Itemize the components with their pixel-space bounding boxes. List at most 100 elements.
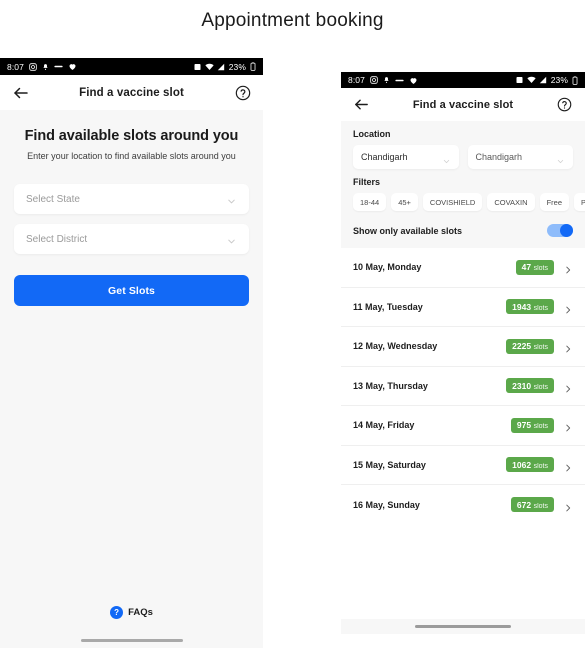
toggle-knob bbox=[560, 224, 573, 237]
hero-title: Find available slots around you bbox=[24, 128, 239, 144]
status-bar-time: 8:07 bbox=[7, 61, 24, 72]
get-slots-button[interactable]: Get Slots bbox=[14, 275, 249, 306]
filter-chip-18-44[interactable]: 18-44 bbox=[353, 193, 387, 211]
app-header-right: Find a vaccine slot bbox=[341, 88, 585, 121]
status-bar-right: 8:07 23% bbox=[341, 72, 585, 88]
slot-date: 12 May, Wednesday bbox=[353, 341, 438, 352]
chevron-right-icon bbox=[563, 420, 573, 432]
location-form: Select State Select District Get Slots bbox=[0, 161, 263, 306]
vibrate-icon bbox=[515, 76, 524, 84]
filter-chip-45-plus[interactable]: 45+ bbox=[391, 193, 418, 211]
available-slots-toggle-row: Show only available slots bbox=[353, 224, 573, 237]
signal-icon bbox=[539, 76, 547, 84]
slot-date: 13 May, Thursday bbox=[353, 380, 428, 391]
back-arrow-icon[interactable] bbox=[12, 84, 30, 102]
hero-section: Find available slots around you Enter yo… bbox=[0, 110, 263, 161]
filter-chip-paid[interactable]: Paid bbox=[573, 193, 585, 211]
status-bar-left: 8:07 23% bbox=[0, 58, 263, 75]
wifi-icon bbox=[205, 63, 214, 71]
chevron-right-icon bbox=[563, 381, 573, 393]
status-badge: 975 slots bbox=[510, 417, 554, 433]
chevron-down-icon bbox=[556, 153, 565, 163]
filter-chip-group: 18-44 45+ COVISHIELD COVAXIN Free Paid bbox=[353, 193, 585, 211]
table-row[interactable]: 13 May, Thursday 2310 slots bbox=[341, 367, 585, 406]
back-arrow-icon[interactable] bbox=[353, 96, 371, 114]
status-badge: 47 slots bbox=[515, 259, 554, 275]
slot-count: 975 bbox=[516, 420, 532, 431]
home-indicator bbox=[80, 639, 183, 642]
slot-count: 2225 bbox=[512, 341, 532, 352]
help-circle-icon[interactable] bbox=[557, 97, 573, 113]
poster-canvas: Appointment booking 8:07 23% Find a vacc… bbox=[0, 0, 585, 657]
table-row[interactable]: 14 May, Friday 975 slots bbox=[341, 406, 585, 446]
district-select[interactable]: Chandigarh bbox=[467, 145, 573, 169]
phone-screen-left: 8:07 23% Find a vaccine slot Find availa… bbox=[0, 58, 263, 648]
question-mark-icon: ? bbox=[110, 606, 124, 619]
table-row[interactable]: 10 May, Monday 47 slots bbox=[341, 248, 585, 288]
battery-percent: 23% bbox=[228, 61, 246, 72]
battery-icon bbox=[572, 75, 578, 85]
slot-count: 47 bbox=[521, 262, 532, 273]
slot-unit: slots bbox=[533, 462, 548, 470]
slot-count: 2310 bbox=[512, 380, 532, 391]
faqs-link[interactable]: ? FAQs bbox=[110, 606, 153, 619]
battery-icon bbox=[250, 62, 256, 71]
district-select[interactable]: Select District bbox=[14, 224, 249, 254]
table-row[interactable]: 15 May, Saturday 1062 slots bbox=[341, 446, 585, 485]
status-badge: 1062 slots bbox=[506, 457, 554, 473]
slot-count: 672 bbox=[516, 499, 532, 510]
filter-chip-covaxin[interactable]: COVAXIN bbox=[487, 193, 535, 211]
hero-subtitle: Enter your location to find available sl… bbox=[27, 151, 236, 161]
status-bar-left-icons bbox=[29, 62, 77, 71]
slot-count: 1943 bbox=[512, 301, 532, 312]
help-circle-icon[interactable] bbox=[235, 85, 251, 101]
table-row[interactable]: 16 May, Sunday 672 slots bbox=[341, 485, 585, 525]
wifi-icon bbox=[527, 76, 536, 84]
bell-icon bbox=[42, 63, 49, 71]
status-badge: 672 slots bbox=[510, 497, 554, 513]
signal-icon bbox=[217, 63, 225, 71]
page-title: Appointment booking bbox=[201, 10, 384, 31]
right-screen-body: Location Chandigarh Chandigarh Filters 1… bbox=[341, 121, 585, 634]
battery-percent: 23% bbox=[550, 75, 568, 85]
available-slots-toggle[interactable] bbox=[547, 224, 573, 237]
chevron-right-icon bbox=[563, 460, 573, 472]
slot-count: 1062 bbox=[512, 459, 532, 470]
right-footer bbox=[341, 619, 585, 634]
filter-chip-free[interactable]: Free bbox=[539, 193, 569, 211]
chevron-right-icon bbox=[563, 302, 573, 314]
available-slots-toggle-label: Show only available slots bbox=[353, 225, 463, 236]
status-bar-right-icons: 23% bbox=[515, 75, 578, 85]
status-bar-right-icons: 23% bbox=[193, 62, 256, 72]
slot-date: 16 May, Sunday bbox=[353, 499, 420, 510]
left-footer: ? FAQs bbox=[0, 606, 263, 648]
home-indicator bbox=[415, 625, 511, 628]
slot-unit: slots bbox=[533, 265, 548, 273]
location-label: Location bbox=[353, 129, 391, 139]
camera-icon bbox=[370, 76, 378, 84]
filter-chip-covishield[interactable]: COVISHIELD bbox=[422, 193, 483, 211]
status-badge: 1943 slots bbox=[506, 299, 554, 315]
slot-unit: slots bbox=[533, 383, 548, 391]
chevron-right-icon bbox=[563, 500, 573, 512]
status-badge: 2310 slots bbox=[506, 378, 554, 394]
state-select[interactable]: Chandigarh bbox=[353, 145, 459, 169]
status-bar-left-icons bbox=[370, 76, 418, 85]
location-row: Chandigarh Chandigarh bbox=[353, 145, 573, 169]
table-row[interactable]: 12 May, Wednesday 2225 slots bbox=[341, 327, 585, 367]
state-select[interactable]: Select State bbox=[14, 184, 249, 214]
filters-label: Filters bbox=[353, 177, 381, 187]
dash-icon bbox=[54, 63, 63, 70]
heart-icon bbox=[409, 76, 418, 85]
chevron-down-icon bbox=[226, 194, 237, 205]
camera-icon bbox=[29, 62, 37, 71]
district-select-value: Chandigarh bbox=[475, 152, 523, 162]
chevron-right-icon bbox=[563, 341, 573, 353]
slot-date: 11 May, Tuesday bbox=[353, 301, 423, 312]
slot-date: 10 May, Monday bbox=[353, 262, 422, 273]
page-header-title: Find a vaccine slot bbox=[79, 86, 184, 99]
table-row[interactable]: 11 May, Tuesday 1943 slots bbox=[341, 288, 585, 327]
chevron-down-icon bbox=[442, 153, 451, 163]
phone-screen-right: 8:07 23% Find a vaccine slot Location Ch… bbox=[341, 72, 585, 634]
faqs-label: FAQs bbox=[128, 607, 153, 618]
